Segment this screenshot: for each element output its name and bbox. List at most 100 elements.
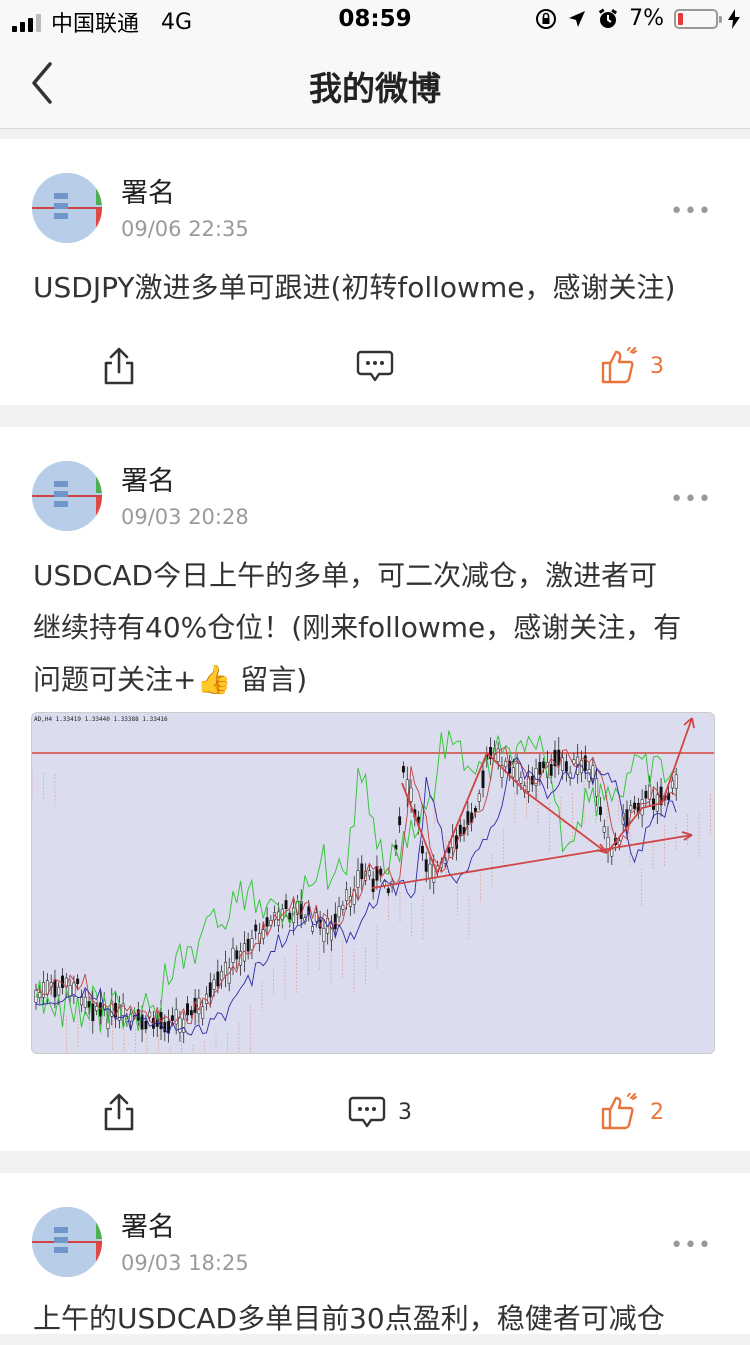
more-options-icon[interactable]: ••• [670, 487, 712, 512]
avatar[interactable] [32, 1207, 102, 1277]
post-card[interactable]: 署名 09/03 18:25 ••• 上午的USDCAD多单目前30点盈利，稳健… [0, 1173, 750, 1335]
candle-body [496, 748, 500, 762]
comment-count: 3 [398, 1099, 412, 1125]
candle-body [38, 992, 42, 998]
post-text-fragment: 留言) [231, 663, 308, 696]
post-text: USDCAD今日上午的多单，可二次减仓，激进者可 继续持有40%仓位！(刚来fo… [33, 550, 723, 706]
comment-button[interactable]: 3 [348, 1077, 412, 1147]
candle-body [625, 809, 629, 827]
candle-body [424, 859, 428, 872]
comment-icon [348, 1096, 386, 1128]
like-button[interactable]: 2 [600, 1077, 664, 1147]
share-button[interactable] [102, 1077, 136, 1147]
avatar[interactable] [32, 173, 102, 243]
candle-body [254, 924, 258, 932]
post-text-line: USDCAD今日上午的多单，可二次减仓，激进者可 [33, 559, 658, 592]
candle-body [205, 993, 208, 1004]
candle-body [182, 1018, 186, 1033]
candle-body [595, 778, 599, 797]
candle-body [481, 770, 485, 788]
candle-body [250, 938, 254, 951]
candle-body [644, 790, 648, 799]
candle-body [519, 777, 523, 784]
post-card[interactable]: 署名 09/03 20:28 ••• USDCAD今日上午的多单，可二次减仓，激… [0, 427, 750, 1151]
candle-body [333, 913, 337, 930]
candle-body [76, 978, 80, 984]
candle-body [398, 816, 402, 826]
post-text-line: 上午的USDCAD多单目前30点盈利，稳健者可减仓 [33, 1302, 665, 1335]
candle-body [670, 780, 674, 789]
post-image-chart[interactable]: AD,H4 1.33419 1.33440 1.33388 1.33416 [31, 712, 715, 1054]
candle-body [420, 845, 424, 854]
candle-body [367, 870, 371, 877]
candle-body [549, 764, 553, 776]
candle-body [610, 848, 614, 857]
candle-body [144, 1020, 148, 1030]
candle-body [591, 765, 595, 779]
candle-body [261, 929, 265, 939]
candle-body [220, 970, 224, 981]
post-text-line: 问题可关注+👍 留言) [33, 654, 723, 706]
author-name[interactable]: 署名 [121, 459, 175, 498]
comment-button[interactable] [356, 331, 406, 401]
candle-body [227, 967, 231, 984]
author-name[interactable]: 署名 [121, 171, 175, 210]
candle-body [201, 1006, 205, 1019]
candle-body [91, 1003, 95, 1021]
candle-body [337, 906, 341, 918]
candle-body [284, 900, 288, 909]
candle-body [231, 947, 235, 963]
candle-body [170, 1015, 174, 1021]
candle-body [148, 1011, 152, 1018]
like-button[interactable]: 3 [600, 331, 664, 401]
candle-body [345, 889, 349, 901]
candle-body [561, 757, 565, 771]
post-text: 上午的USDCAD多单目前30点盈利，稳健者可减仓 [33, 1293, 723, 1345]
post-time: 09/06 22:35 [121, 217, 249, 241]
candle-body [655, 794, 659, 812]
more-options-icon[interactable]: ••• [670, 1233, 712, 1258]
post-actions: 3 [0, 331, 750, 401]
candle-body [602, 826, 606, 833]
comment-icon [356, 350, 394, 382]
post-card[interactable]: 署名 09/06 22:35 ••• USDJPY激进多单可跟进(初转follo… [0, 139, 750, 405]
candle-body [629, 805, 633, 811]
post-text: USDJPY激进多单可跟进(初转followme，感谢关注) [33, 262, 723, 314]
candle-body [428, 863, 432, 879]
status-bar: 中国联通 4G 08:59 7% [0, 0, 750, 40]
candle-body [511, 767, 515, 778]
candle-body [83, 996, 87, 1008]
candle-body [515, 762, 519, 782]
more-options-icon[interactable]: ••• [670, 199, 712, 224]
charging-icon [728, 8, 740, 29]
candle-body [57, 986, 61, 996]
share-button[interactable] [102, 331, 136, 401]
candle-body [583, 755, 587, 771]
candle-body [322, 928, 326, 942]
author-name[interactable]: 署名 [121, 1205, 175, 1244]
candle-body [208, 982, 212, 998]
candle-body [477, 793, 481, 802]
candle-body [186, 1003, 189, 1016]
candle-body [598, 806, 602, 816]
battery-icon [674, 8, 722, 29]
post-actions: 3 2 [0, 1077, 750, 1147]
candle-body [386, 888, 390, 894]
candle-body [341, 905, 345, 910]
candle-body [402, 766, 405, 773]
candle-body [212, 979, 216, 990]
candle-body [178, 1017, 182, 1033]
rotation-lock-icon [536, 8, 557, 29]
post-text-line: USDJPY激进多单可跟进(初转followme，感谢关注) [33, 271, 676, 304]
candle-body [68, 985, 72, 997]
post-time: 09/03 20:28 [121, 505, 249, 529]
candle-body [87, 1001, 91, 1008]
like-count: 2 [650, 1099, 664, 1125]
thumbs-up-icon [601, 1093, 637, 1130]
candle-body [265, 917, 269, 927]
share-icon [104, 347, 134, 385]
avatar[interactable] [32, 461, 102, 531]
alarm-icon [598, 7, 618, 28]
candle-body [223, 962, 227, 976]
candle-body [466, 811, 470, 826]
